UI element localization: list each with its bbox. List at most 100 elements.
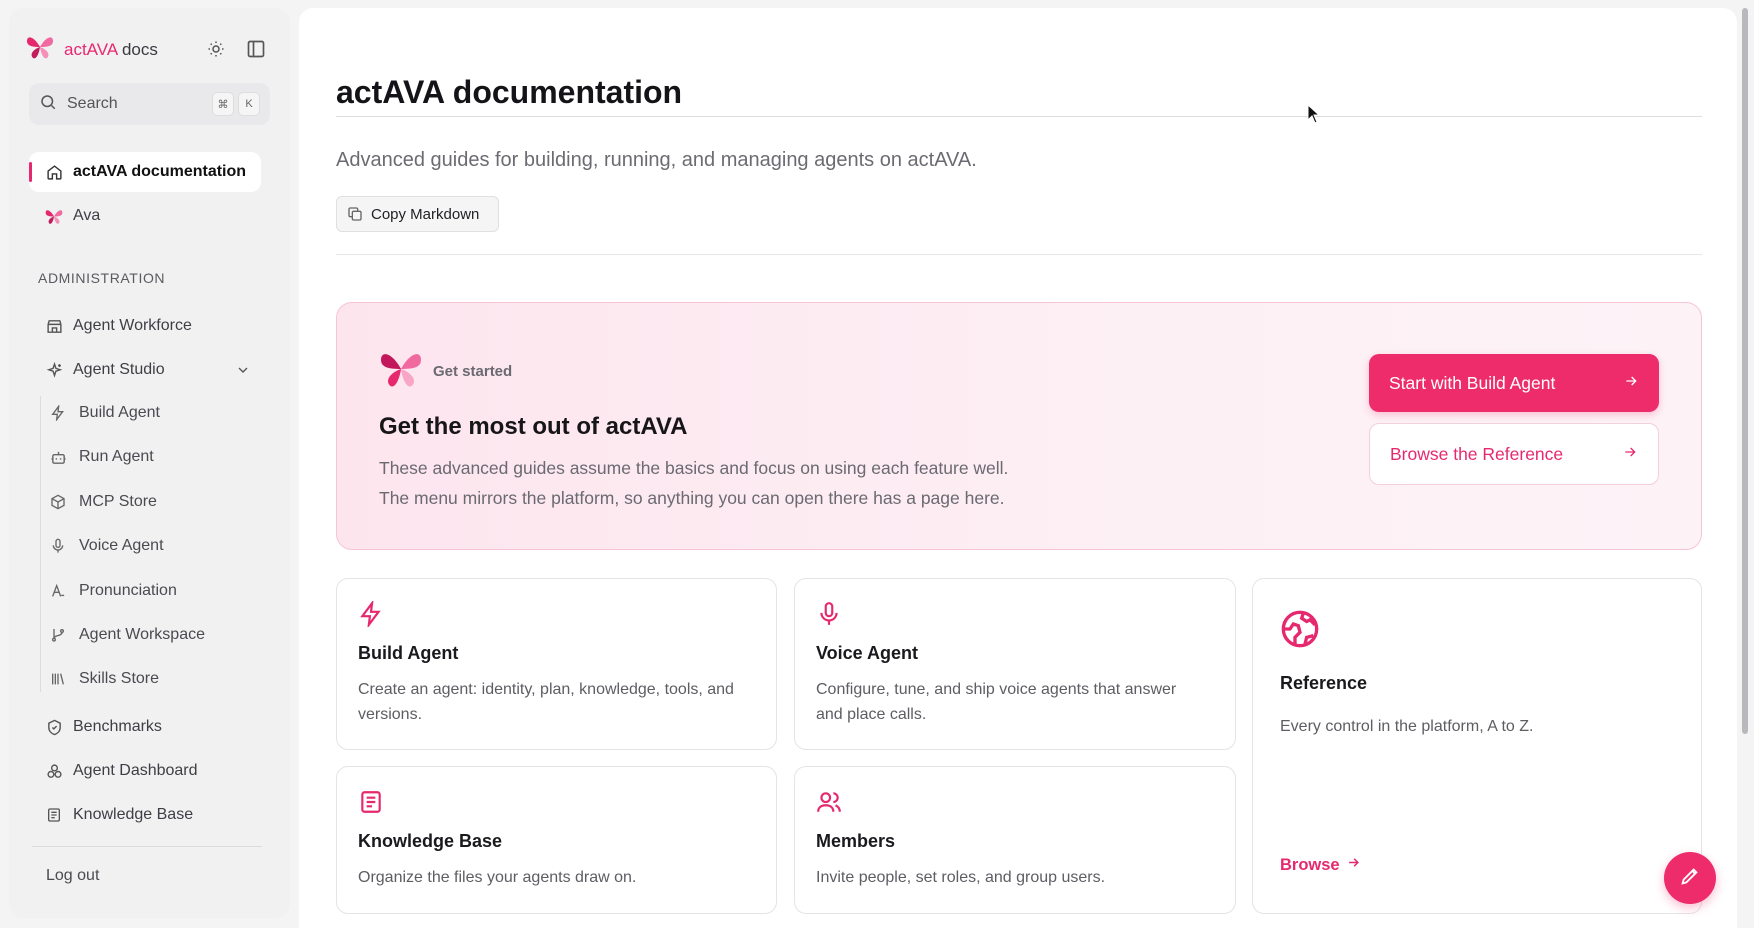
sidebar-item-benchmarks[interactable]: Benchmarks	[29, 707, 162, 747]
sidebar-toggle-icon[interactable]	[245, 38, 267, 60]
sun-icon[interactable]	[205, 38, 227, 60]
brand-name-rest: docs	[117, 39, 158, 59]
sidebar-item-agent-studio[interactable]: Agent Studio	[29, 350, 261, 390]
arrow-right-icon	[1622, 444, 1638, 465]
hero-title: Get the most out of actAVA	[379, 413, 688, 440]
sidebar-item-label: Run Agent	[79, 448, 154, 465]
hero-description: These advanced guides assume the basics …	[379, 453, 1099, 513]
git-branch-icon	[49, 626, 67, 644]
shield-check-icon	[45, 718, 63, 736]
sidebar-item-label: Agent Workspace	[79, 626, 205, 643]
card-title: Build Agent	[358, 643, 459, 663]
zap-icon	[49, 404, 67, 422]
pronunciation-icon	[49, 582, 67, 600]
package-icon	[49, 493, 67, 511]
library-icon	[49, 670, 67, 688]
sidebar-item-label: Agent Dashboard	[73, 762, 198, 779]
card-reference[interactable]: Reference Every control in the platform,…	[1252, 578, 1702, 914]
sidebar-item-label: Build Agent	[79, 404, 160, 421]
pencil-icon	[1679, 865, 1701, 892]
sidebar-item-label: Agent Workforce	[73, 317, 192, 334]
chevron-down-icon[interactable]	[235, 362, 251, 383]
scrollbar[interactable]	[1742, 8, 1748, 734]
mic-icon	[816, 601, 842, 627]
hero-description-line: The menu mirrors the platform, so anythi…	[379, 488, 1005, 508]
sidebar-item-label: Benchmarks	[73, 718, 162, 735]
hero-eyebrow-label: Get started	[433, 363, 513, 380]
section-heading-administration: ADMINISTRATION	[38, 270, 166, 286]
card-members[interactable]: Members Invite people, set roles, and gr…	[794, 766, 1236, 914]
sidebar-item-label: Knowledge Base	[73, 806, 194, 823]
brand-name: actAVA docs	[64, 40, 158, 60]
sidebar-item-label: actAVA documentation	[73, 163, 247, 180]
start-build-agent-button[interactable]: Start with Build Agent	[1369, 354, 1659, 412]
sidebar-item-run-agent[interactable]: Run Agent	[41, 438, 154, 476]
card-description: Configure, tune, and ship voice agents t…	[816, 681, 1177, 723]
sidebar-item-voice-agent[interactable]: Voice Agent	[41, 527, 164, 565]
sidebar-item-build-agent[interactable]: Build Agent	[41, 394, 160, 432]
card-knowledge-base[interactable]: Knowledge Base Organize the files your a…	[336, 766, 777, 914]
notebook-icon	[358, 789, 384, 815]
sidebar-item-label: MCP Store	[79, 493, 157, 510]
arrow-right-icon	[1346, 855, 1361, 875]
edit-fab-button[interactable]	[1664, 852, 1716, 904]
copy-markdown-label: Copy Markdown	[371, 205, 480, 223]
home-icon	[45, 163, 63, 181]
sidebar-item-label: Voice Agent	[79, 537, 164, 554]
card-title: Knowledge Base	[358, 831, 503, 851]
card-voice-agent[interactable]: Voice Agent Configure, tune, and ship vo…	[794, 578, 1236, 750]
sidebar-divider	[32, 846, 262, 847]
zap-icon	[358, 599, 384, 629]
search-icon	[39, 93, 57, 116]
search-placeholder: Search	[67, 95, 118, 112]
sparkles-icon	[45, 361, 63, 379]
get-started-hero: Get started Get the most out of actAVA T…	[336, 302, 1702, 550]
brand-tools	[205, 38, 267, 60]
sidebar-item-label: Agent Studio	[73, 361, 165, 378]
butterfly-icon	[45, 207, 63, 225]
page-title: actAVA documentation	[336, 74, 683, 110]
butterfly-icon	[379, 349, 423, 394]
start-build-agent-label: Start with Build Agent	[1389, 372, 1556, 393]
browse-reference-label: Browse the Reference	[1390, 443, 1564, 464]
search-input[interactable]: Search ⌘ K	[29, 83, 270, 125]
hero-description-line: These advanced guides assume the basics …	[379, 458, 1009, 478]
store-icon	[45, 317, 63, 335]
sidebar-item-actava-documentation[interactable]: actAVA documentation	[29, 152, 261, 192]
browse-link[interactable]: Browse	[1280, 855, 1361, 875]
copy-markdown-button[interactable]: Copy Markdown	[336, 196, 499, 232]
sidebar-item-agent-workforce[interactable]: Agent Workforce	[29, 306, 192, 346]
hero-eyebrow: Get started	[379, 349, 512, 394]
card-description: Invite people, set roles, and group user…	[816, 869, 1106, 886]
card-build-agent[interactable]: Build Agent Create an agent: identity, p…	[336, 578, 777, 750]
card-title: Reference	[1280, 673, 1368, 693]
sidebar-item-knowledge-base[interactable]: Knowledge Base	[29, 795, 193, 835]
browse-reference-button[interactable]: Browse the Reference	[1369, 423, 1659, 485]
sidebar-item-skills-store[interactable]: Skills Store	[41, 660, 159, 698]
globe-icon	[1280, 609, 1319, 648]
section-rule	[336, 254, 1702, 255]
sidebar: actAVA docs Search ⌘ K actAVA documentat…	[9, 8, 290, 918]
sidebar-item-pronunciation[interactable]: Pronunciation	[41, 572, 177, 610]
sidebar-item-ava[interactable]: Ava	[29, 196, 100, 236]
brand[interactable]: actAVA docs	[26, 34, 158, 65]
shortcut-key-k: K	[238, 92, 260, 116]
mouse-cursor-icon	[1307, 103, 1321, 129]
boxes-icon	[45, 762, 63, 780]
mic-icon	[49, 537, 67, 555]
butterfly-logo-icon	[26, 34, 54, 65]
brand-name-accent: actAVA	[64, 39, 118, 59]
notebook-icon	[45, 806, 63, 824]
sidebar-item-label: Skills Store	[79, 670, 160, 687]
title-rule	[336, 116, 1702, 117]
sidebar-item-label: Pronunciation	[79, 582, 177, 599]
sidebar-item-agent-workspace[interactable]: Agent Workspace	[41, 616, 205, 654]
card-description: Every control in the platform, A to Z.	[1280, 718, 1534, 735]
bot-icon	[49, 448, 67, 466]
sidebar-item-agent-dashboard[interactable]: Agent Dashboard	[29, 751, 198, 791]
sidebar-item-mcp-store[interactable]: MCP Store	[41, 483, 157, 521]
copy-icon	[347, 206, 363, 222]
main-content: actAVA documentation Advanced guides for…	[299, 8, 1737, 928]
logout-link[interactable]: Log out	[46, 867, 99, 885]
page-subtitle: Advanced guides for building, running, a…	[336, 149, 977, 171]
